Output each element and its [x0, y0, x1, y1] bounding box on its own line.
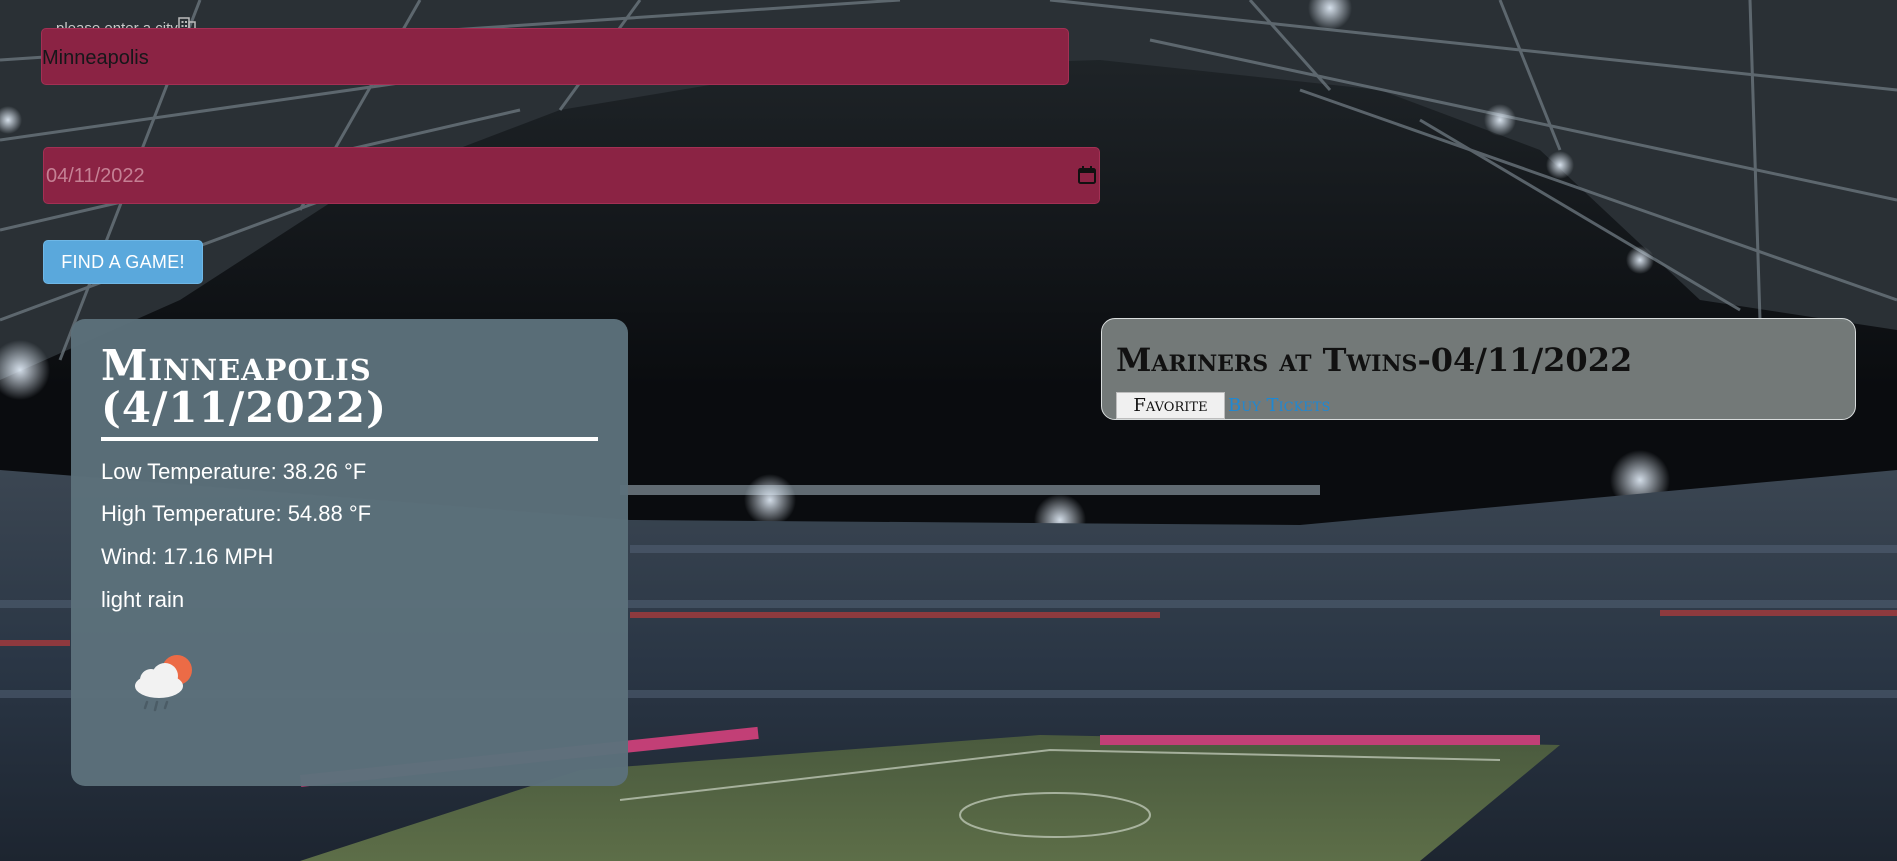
low-temperature: Low Temperature: 38.26 °F [101, 459, 367, 484]
page: please enter a city Minneapolis 04/11/20… [0, 0, 1897, 861]
calendar-icon[interactable] [1078, 166, 1096, 184]
game-title: Mariners at Twins-04/11/2022 [1116, 341, 1633, 379]
high-temperature: High Temperature: 54.88 °F [101, 501, 372, 526]
game-card: Mariners at Twins-04/11/2022 Favorite Bu… [1101, 318, 1856, 420]
city-input[interactable]: Minneapolis [41, 28, 1069, 85]
weather-city-title: Minneapolis (4/11/2022) [101, 341, 387, 432]
find-game-button[interactable]: FIND A GAME! [43, 240, 203, 284]
date-input[interactable]: 04/11/2022 [43, 147, 1100, 204]
cloud-rain-sun-icon [135, 655, 192, 712]
wind-speed: Wind: 17.16 MPH [101, 544, 274, 569]
favorite-button[interactable]: Favorite [1116, 392, 1225, 419]
buy-tickets-link[interactable]: Buy Tickets [1228, 395, 1330, 416]
title-divider [101, 437, 598, 441]
weather-description: light rain [101, 587, 185, 612]
weather-card: Minneapolis (4/11/2022) Low Temperature:… [71, 319, 628, 786]
